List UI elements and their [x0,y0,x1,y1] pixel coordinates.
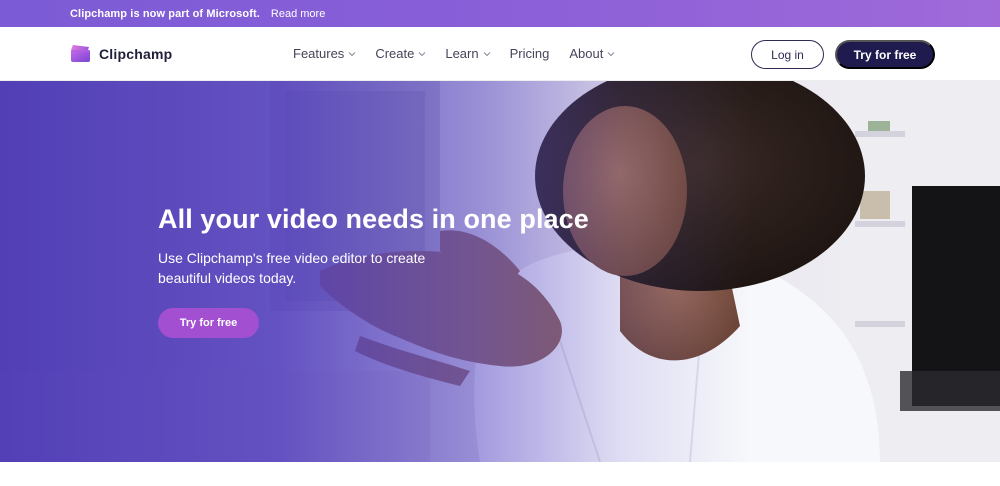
nav-item-label: Features [293,46,345,61]
nav-item-label: Pricing [509,46,550,61]
nav-item-about[interactable]: About [569,46,615,61]
below-hero-area [0,462,1000,486]
chevron-down-icon [483,51,490,56]
hero-section: All your video needs in one place Use Cl… [0,81,1000,462]
read-more-link[interactable]: Read more [271,8,325,20]
brand-name: Clipchamp [99,45,173,62]
announcement-bar: Clipchamp is now part of Microsoft. Read… [0,0,1000,27]
hero-subtitle: Use Clipchamp's free video editor to cre… [158,250,426,286]
clipchamp-logo-icon [70,43,91,64]
announcement-message: Clipchamp is now part of Microsoft. [70,7,260,20]
nav-item-pricing[interactable]: Pricing [510,46,550,61]
chevron-down-icon [418,51,426,56]
nav-item-features[interactable]: Features [293,46,356,61]
try-for-free-header-button[interactable]: Try for free [835,40,935,69]
nav-item-label: Learn [445,46,479,61]
nav-item-label: Create [375,46,415,61]
chevron-down-icon [348,51,356,56]
login-button[interactable]: Log in [751,40,824,69]
try-for-free-hero-button[interactable]: Try for free [158,308,259,338]
site-header: Clipchamp Features Create Learn Pricing … [0,27,1000,81]
hero-title: All your video needs in one place [158,204,589,234]
brand-logo[interactable]: Clipchamp [70,43,172,64]
main-nav: Features Create Learn Pricing About [293,46,634,61]
nav-item-label: About [569,46,604,61]
chevron-down-icon [607,51,615,56]
nav-item-learn[interactable]: Learn [445,46,490,61]
nav-item-create[interactable]: Create [375,46,426,61]
hero-overlay [0,81,1000,462]
